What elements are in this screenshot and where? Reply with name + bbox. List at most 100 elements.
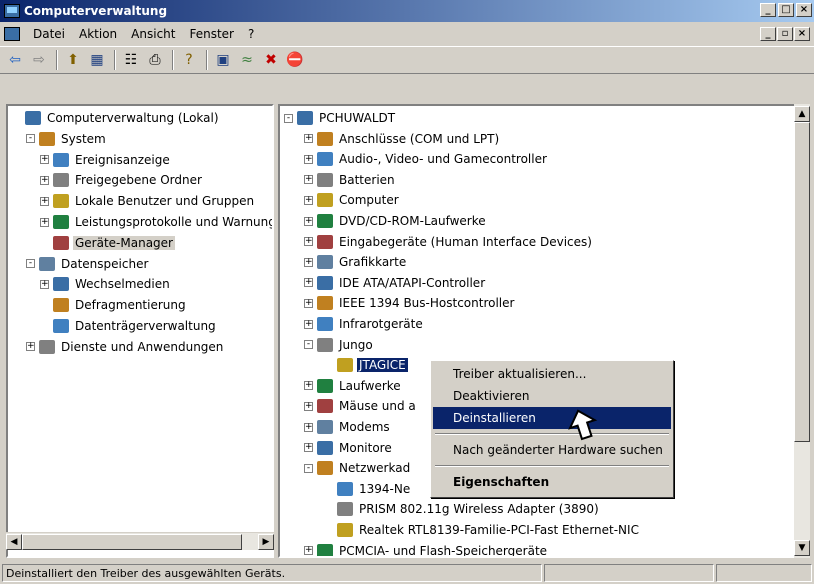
properties-icon[interactable]: ☷ xyxy=(120,49,142,71)
device-tree-item[interactable]: + Infrarotgeräte xyxy=(304,314,425,334)
expander-icon[interactable]: + xyxy=(304,278,313,288)
tree-item[interactable]: + Wechselmedien xyxy=(40,274,172,294)
context-menu-item[interactable]: Eigenschaften xyxy=(433,471,671,493)
expander-icon[interactable]: + xyxy=(304,134,313,144)
scroll-left-button[interactable]: ◀ xyxy=(6,534,22,550)
device-tree-item[interactable]: PRISM 802.11g Wireless Adapter (3890) xyxy=(324,499,601,519)
left-pane-horizontal-scrollbar[interactable]: ◀ ▶ xyxy=(6,532,274,550)
document-icon[interactable] xyxy=(4,27,20,41)
tree-item[interactable]: + Ereignisanzeige xyxy=(40,150,172,170)
tree-item[interactable]: + Lokale Benutzer und Gruppen xyxy=(40,191,256,211)
expander-icon[interactable]: + xyxy=(304,319,313,329)
tree-item[interactable]: + Dienste und Anwendungen xyxy=(26,337,225,357)
context-menu-item[interactable]: Treiber aktualisieren... xyxy=(433,363,671,385)
device-tree-item[interactable]: + PCMCIA- und Flash-Speichergeräte xyxy=(304,541,549,556)
expander-icon[interactable]: + xyxy=(304,175,313,185)
menu-aktion[interactable]: Aktion xyxy=(72,27,124,41)
expander-icon[interactable]: + xyxy=(304,546,313,556)
expander-icon[interactable]: + xyxy=(304,298,313,308)
tree-item[interactable]: Defragmentierung xyxy=(40,295,188,315)
tree-item[interactable]: - System xyxy=(26,129,108,149)
device-tree-item[interactable]: + Monitore xyxy=(304,438,394,458)
device-tree-item[interactable]: + DVD/CD-ROM-Laufwerke xyxy=(304,211,488,231)
tree-item-label: Monitore xyxy=(339,440,392,455)
mdi-close-button[interactable]: × xyxy=(794,27,810,41)
expander-icon[interactable]: - xyxy=(284,113,293,123)
console-tree-icon[interactable]: ▦ xyxy=(86,49,108,71)
expander-icon[interactable]: + xyxy=(304,381,313,391)
expander-icon[interactable]: + xyxy=(304,216,313,226)
tree-item[interactable]: Computerverwaltung (Lokal) xyxy=(12,108,221,128)
expander-icon[interactable]: + xyxy=(40,196,49,206)
device-tree-item[interactable]: 1394-Ne xyxy=(324,479,412,499)
device-tree-item[interactable]: + Batterien xyxy=(304,170,397,190)
device-tree-item[interactable]: + Laufwerke xyxy=(304,376,403,396)
expander-icon[interactable]: + xyxy=(304,257,313,267)
expander-icon[interactable]: + xyxy=(304,195,313,205)
menu-help[interactable]: ? xyxy=(241,27,261,41)
expander-icon[interactable]: + xyxy=(304,422,313,432)
device-tree-item[interactable]: + Audio-, Video- und Gamecontroller xyxy=(304,149,549,169)
expander-icon[interactable]: + xyxy=(40,279,49,289)
expander-icon[interactable]: + xyxy=(304,154,313,164)
device-tree-item[interactable]: + Computer xyxy=(304,190,401,210)
expander-icon[interactable]: + xyxy=(304,237,313,247)
scroll-down-button[interactable]: ▼ xyxy=(794,540,810,556)
device-tree-item[interactable]: + Anschlüsse (COM und LPT) xyxy=(304,129,501,149)
tree-item[interactable]: + Leistungsprotokolle und Warnungen xyxy=(40,212,272,232)
scrollbar-thumb[interactable] xyxy=(22,534,242,550)
disable-icon[interactable]: ⛔ xyxy=(284,49,306,71)
up-icon[interactable]: ⬆ xyxy=(62,49,84,71)
back-icon[interactable]: ⇦ xyxy=(4,49,26,71)
expander-icon[interactable]: + xyxy=(26,342,35,352)
update-driver-icon[interactable]: ≈ xyxy=(236,49,258,71)
context-menu-item[interactable]: Deinstallieren xyxy=(433,407,671,429)
menu-ansicht[interactable]: Ansicht xyxy=(124,27,182,41)
device-tree-item[interactable]: + IEEE 1394 Bus-Hostcontroller xyxy=(304,293,516,313)
forward-icon[interactable]: ⇨ xyxy=(28,49,50,71)
menu-datei[interactable]: Datei xyxy=(26,27,72,41)
print-icon[interactable]: ⎙ xyxy=(144,49,166,71)
mdi-restore-button[interactable]: ▫ xyxy=(777,27,793,41)
menu-fenster[interactable]: Fenster xyxy=(182,27,241,41)
device-tree-item[interactable]: Realtek RTL8139-Familie-PCI-Fast Etherne… xyxy=(324,520,641,540)
device-tree-item[interactable]: + Grafikkarte xyxy=(304,252,408,272)
help-icon[interactable]: ? xyxy=(178,49,200,71)
expander-icon[interactable]: + xyxy=(304,443,313,453)
device-tree-item[interactable]: + Eingabegeräte (Human Interface Devices) xyxy=(304,232,594,252)
device-tree-item[interactable]: - Jungo xyxy=(304,335,375,355)
expander-icon[interactable]: - xyxy=(26,134,35,144)
context-menu-item[interactable]: Nach geänderter Hardware suchen xyxy=(433,439,671,461)
console-tree-pane[interactable]: Computerverwaltung (Lokal) - System + Ereign… xyxy=(6,104,274,558)
expander-icon[interactable]: - xyxy=(304,463,313,473)
title-bar: Computerverwaltung _ □ × xyxy=(0,0,814,22)
right-pane-vertical-scrollbar[interactable]: ▲ ▼ xyxy=(794,104,810,558)
minimize-button[interactable]: _ xyxy=(760,3,776,17)
maximize-button[interactable]: □ xyxy=(778,3,794,17)
scan-icon[interactable]: ▣ xyxy=(212,49,234,71)
expander-icon[interactable]: + xyxy=(40,175,49,185)
scroll-right-button[interactable]: ▶ xyxy=(258,534,274,550)
tree-item-label: Datenspeicher xyxy=(61,256,149,271)
mdi-minimize-button[interactable]: _ xyxy=(760,27,776,41)
scroll-up-button[interactable]: ▲ xyxy=(794,106,810,122)
uninstall-icon[interactable]: ✖ xyxy=(260,49,282,71)
device-tree-item[interactable]: JTAGICE xyxy=(324,355,408,375)
device-tree-item[interactable]: + Modems xyxy=(304,417,392,437)
device-tree-item[interactable]: - PCHUWALDT xyxy=(284,108,397,128)
expander-icon[interactable]: + xyxy=(40,217,49,227)
context-menu-item[interactable]: Deaktivieren xyxy=(433,385,671,407)
expander-icon[interactable]: + xyxy=(304,401,313,411)
close-button[interactable]: × xyxy=(796,3,812,17)
scrollbar-thumb[interactable] xyxy=(794,122,810,442)
device-tree-item[interactable]: + IDE ATA/ATAPI-Controller xyxy=(304,273,487,293)
expander-icon[interactable]: - xyxy=(26,259,35,269)
expander-icon[interactable]: - xyxy=(304,340,313,350)
tree-item[interactable]: + Freigegebene Ordner xyxy=(40,170,204,190)
device-tree-item[interactable]: + Mäuse und a xyxy=(304,396,418,416)
device-tree-item[interactable]: - Netzwerkad xyxy=(304,458,412,478)
tree-item[interactable]: - Datenspeicher xyxy=(26,254,150,274)
tree-item[interactable]: Datenträgerverwaltung xyxy=(40,316,218,336)
expander-icon[interactable]: + xyxy=(40,155,49,165)
tree-item[interactable]: Geräte-Manager xyxy=(40,233,175,253)
